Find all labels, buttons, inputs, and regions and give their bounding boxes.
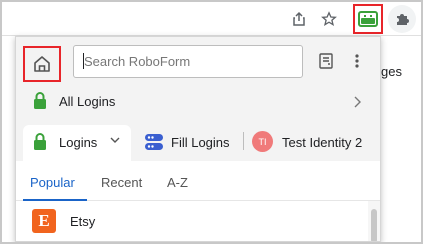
fill-logins-icon xyxy=(145,134,163,150)
home-button[interactable] xyxy=(23,46,61,82)
etsy-icon[interactable]: E xyxy=(32,209,56,233)
background-page-text: ges xyxy=(381,64,402,79)
search-input[interactable] xyxy=(73,45,303,78)
device-icon[interactable] xyxy=(318,52,334,70)
chevron-right-icon xyxy=(354,96,361,108)
roboform-extension-icon[interactable] xyxy=(353,4,383,34)
lock-icon xyxy=(34,92,46,109)
all-logins-label: All Logins xyxy=(59,94,116,109)
roboform-popup: All Logins Logins Fill Logins TI Test Id… xyxy=(15,36,381,242)
identity-avatar: TI xyxy=(252,131,273,152)
browser-toolbar xyxy=(2,2,421,36)
tab-identity[interactable]: Test Identity 2 xyxy=(282,135,362,150)
chevron-down-icon[interactable] xyxy=(110,136,120,144)
text-caret xyxy=(83,53,84,69)
more-options-icon[interactable] xyxy=(349,51,365,71)
lock-icon xyxy=(34,133,46,150)
active-subtab-indicator xyxy=(23,199,87,201)
tab-logins-label: Logins xyxy=(59,135,98,150)
subtab-popular[interactable]: Popular xyxy=(30,175,75,190)
home-icon xyxy=(34,56,50,72)
extensions-puzzle-icon[interactable] xyxy=(388,5,416,33)
tab-fill-logins[interactable]: Fill Logins xyxy=(171,135,230,150)
subtab-a-z[interactable]: A-Z xyxy=(167,175,188,190)
star-icon[interactable] xyxy=(316,6,342,32)
scrollbar-thumb[interactable] xyxy=(371,209,377,241)
subtab-recent[interactable]: Recent xyxy=(101,175,142,190)
tab-divider xyxy=(243,132,244,150)
share-icon[interactable] xyxy=(286,6,312,32)
list-item[interactable]: Etsy xyxy=(70,214,95,229)
